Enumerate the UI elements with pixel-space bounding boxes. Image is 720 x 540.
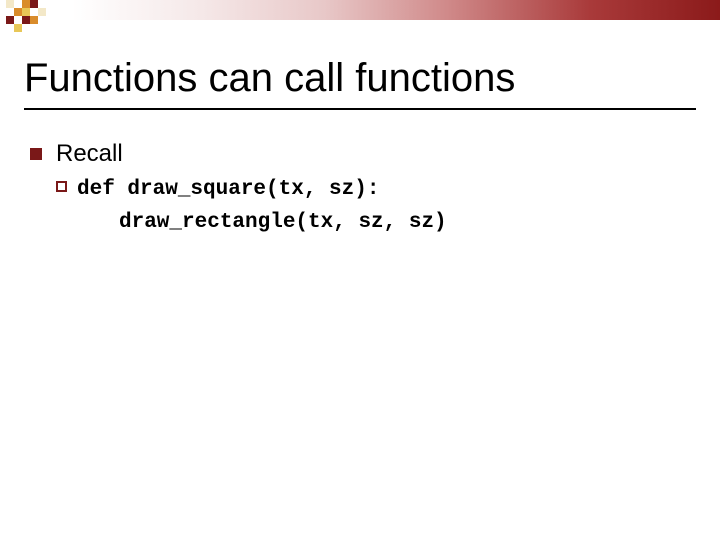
code-line-1: def draw_square(tx, sz):	[77, 174, 447, 207]
top-accent-bar	[0, 0, 720, 36]
square-bullet-icon	[30, 148, 42, 160]
hollow-square-bullet-icon	[56, 181, 67, 192]
slide-title: Functions can call functions	[24, 56, 515, 101]
code-block: def draw_square(tx, sz): draw_rectangle(…	[77, 174, 447, 239]
gradient-bar	[0, 0, 720, 20]
slide-content: Recall def draw_square(tx, sz): draw_rec…	[30, 140, 690, 239]
bullet-level2: def draw_square(tx, sz): draw_rectangle(…	[56, 174, 690, 239]
code-line-2: draw_rectangle(tx, sz, sz)	[119, 207, 447, 240]
bullet-text: Recall	[56, 140, 123, 168]
pixel-logo	[0, 0, 80, 32]
bullet-level1: Recall	[30, 140, 690, 168]
title-underline	[24, 108, 696, 110]
